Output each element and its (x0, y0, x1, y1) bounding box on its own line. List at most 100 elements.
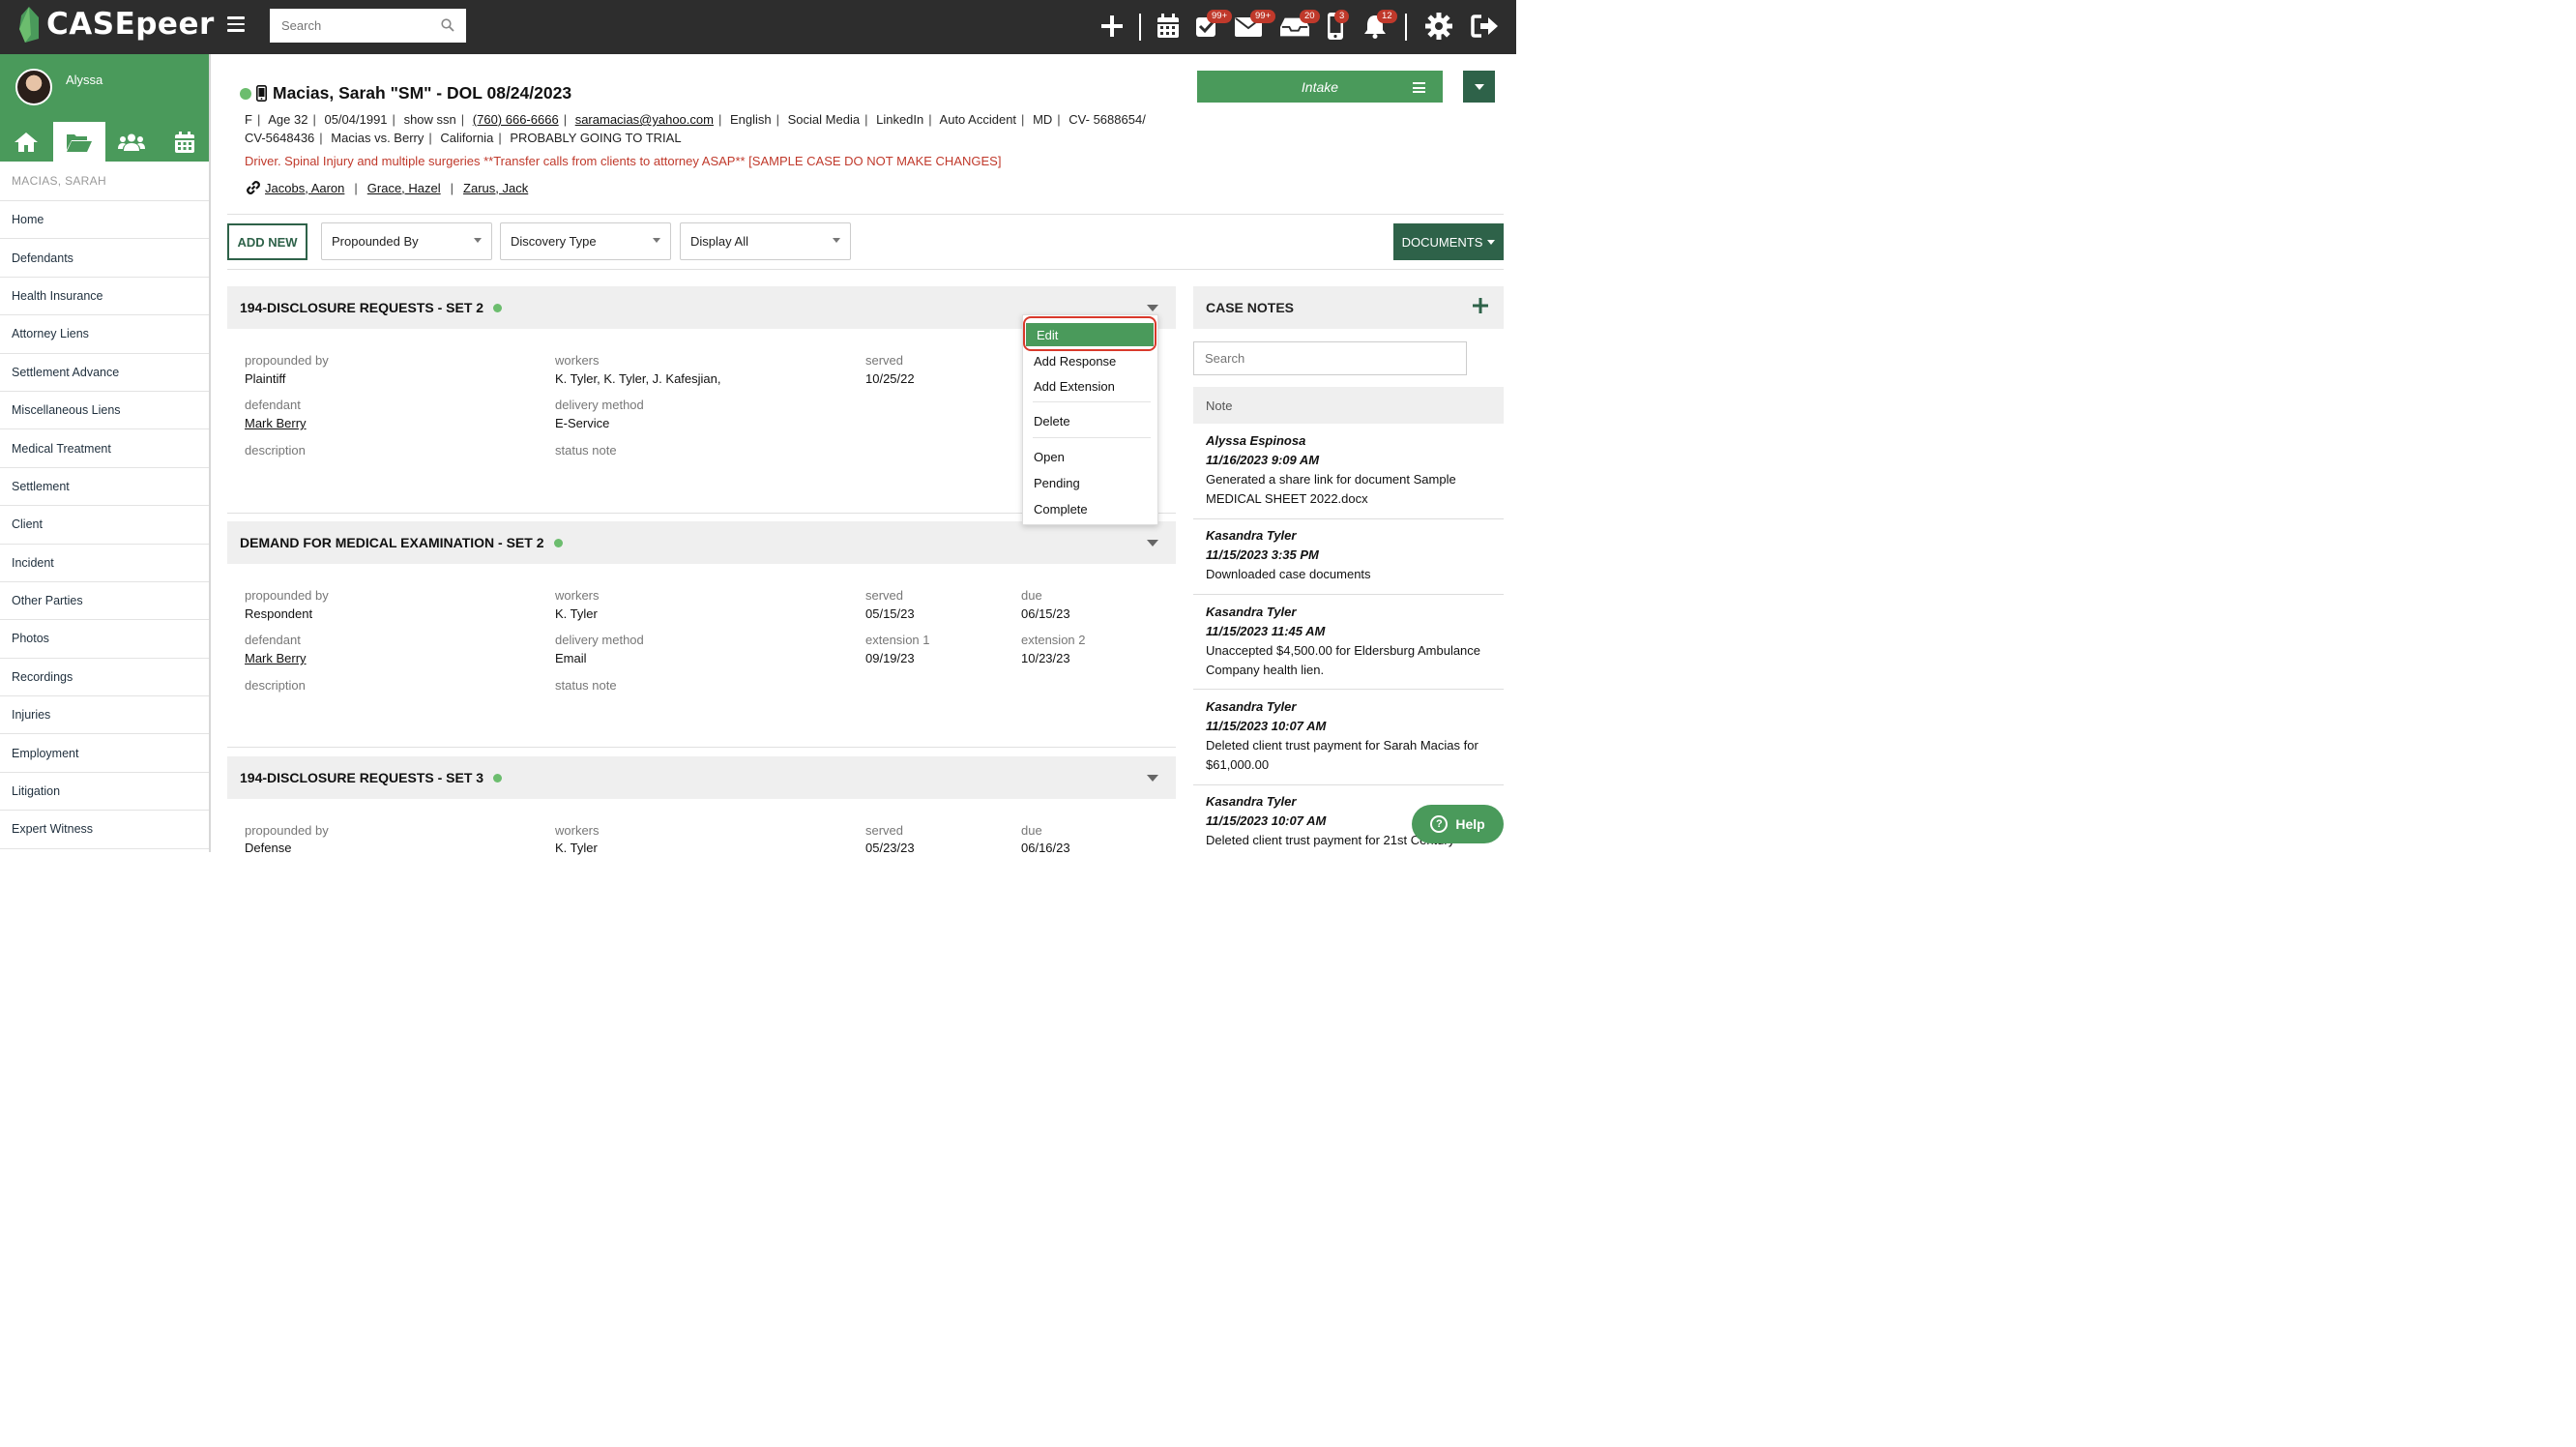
sidebar-item-recordings[interactable]: Recordings (0, 659, 209, 697)
note-divider (1193, 784, 1504, 785)
tasks-check-icon[interactable]: 99+ (1192, 10, 1233, 41)
client-email-link[interactable]: saramacias@yahoo.com (575, 112, 714, 127)
display-filter[interactable]: Display All (680, 222, 851, 260)
sidebar-item-miscellaneous-liens[interactable]: Miscellaneous Liens (0, 392, 209, 430)
add-note-plus-icon[interactable] (1473, 298, 1488, 313)
sidebar-nav: Home Defendants Health Insurance Attorney L… (0, 201, 209, 849)
username[interactable]: Alyssa (66, 73, 102, 87)
discovery-section-header[interactable]: 194-DISCLOSURE REQUESTS - SET 3 (227, 756, 1176, 799)
discovery-section-title: 194-DISCLOSURE REQUESTS - SET 2 (240, 300, 484, 315)
menu-item-delete[interactable]: Delete (1023, 409, 1157, 432)
notes-column-header: Note (1193, 387, 1504, 424)
note-item[interactable]: Kasandra Tyler 11/15/2023 10:07 AM Delet… (1193, 697, 1504, 775)
note-author: Kasandra Tyler (1206, 528, 1297, 543)
status-dot (240, 87, 251, 100)
note-item[interactable]: Kasandra Tyler 11/15/2023 3:35 PM Downlo… (1193, 526, 1504, 584)
global-search[interactable] (270, 9, 466, 43)
sidebar-item-attorney-liens[interactable]: Attorney Liens (0, 315, 209, 354)
menu-item-add-response[interactable]: Add Response (1023, 349, 1157, 372)
sidebar-case-caption: MACIAS, SARAH (0, 162, 209, 201)
note-text: Generated a share link for document Samp… (1206, 472, 1456, 506)
toolbar-divider (227, 269, 1504, 270)
show-ssn-link[interactable]: show ssn (404, 112, 456, 127)
extension1-value: 09/19/23 (865, 651, 915, 665)
user-avatar[interactable] (15, 69, 52, 105)
sidebar-item-health-insurance[interactable]: Health Insurance (0, 278, 209, 316)
sidebar-tab-contacts[interactable] (105, 122, 159, 162)
notes-search[interactable] (1193, 341, 1467, 375)
workers-value: K. Tyler (555, 841, 598, 855)
sidebar-item-employment[interactable]: Employment (0, 734, 209, 773)
defendant-link[interactable]: Mark Berry (245, 651, 307, 665)
sidebar-item-defendants[interactable]: Defendants (0, 239, 209, 278)
add-plus-icon[interactable] (1098, 12, 1127, 41)
linked-contact-zarus[interactable]: Zarus, Jack (463, 181, 528, 195)
help-button[interactable]: ? Help (1412, 805, 1504, 843)
logout-icon[interactable] (1471, 12, 1500, 41)
served-value: 10/25/22 (865, 371, 915, 386)
notification-bell-icon[interactable]: 12 (1361, 10, 1397, 41)
menu-item-complete[interactable]: Complete (1023, 497, 1157, 520)
mobile-phone-icon[interactable]: 3 (1321, 10, 1350, 41)
notifications-badge: 12 (1377, 10, 1397, 23)
menu-item-edit[interactable]: Edit (1026, 323, 1154, 346)
documents-button[interactable]: DOCUMENTS (1393, 223, 1504, 260)
sidebar-item-incident[interactable]: Incident (0, 545, 209, 582)
discovery-type-filter[interactable]: Discovery Type (500, 222, 671, 260)
case-sidebar: Alyssa MACIAS, SARAH Home Defendants Healt… (0, 54, 211, 852)
users-group-icon (118, 133, 146, 151)
menu-item-open[interactable]: Open (1023, 445, 1157, 468)
search-icon[interactable] (441, 18, 454, 32)
notes-search-input[interactable] (1194, 342, 1466, 374)
field-label: defendant (245, 398, 301, 412)
add-new-button[interactable]: ADD NEW (227, 223, 307, 260)
settings-gear-icon[interactable] (1424, 12, 1453, 41)
sidebar-tab-home[interactable] (0, 122, 53, 162)
sidebar-item-settlement[interactable]: Settlement (0, 468, 209, 507)
sidebar-item-expert-witness[interactable]: Expert Witness (0, 811, 209, 849)
caret-down-icon (474, 238, 482, 243)
linked-contact-grace[interactable]: Grace, Hazel (367, 181, 441, 195)
sidebar-item-medical-treatment[interactable]: Medical Treatment (0, 429, 209, 468)
client-dob: 05/04/1991 (324, 112, 388, 127)
section-toggle-icon[interactable] (1147, 305, 1158, 311)
note-item[interactable]: Alyssa Espinosa 11/16/2023 9:09 AM Gener… (1193, 431, 1504, 509)
sidebar-item-other-parties[interactable]: Other Parties (0, 582, 209, 621)
sidebar-item-home[interactable]: Home (0, 201, 209, 240)
brand-name: CASEpeer (46, 7, 215, 42)
caret-down-icon (653, 238, 660, 243)
note-item[interactable]: Kasandra Tyler 11/15/2023 11:45 AM Unacc… (1193, 603, 1504, 680)
discovery-section-header[interactable]: DEMAND FOR MEDICAL EXAMINATION - SET 2 (227, 521, 1176, 564)
section-toggle-icon[interactable] (1147, 540, 1158, 546)
section-toggle-icon[interactable] (1147, 775, 1158, 782)
sidebar-item-injuries[interactable]: Injuries (0, 696, 209, 735)
sidebar-item-litigation[interactable]: Litigation (0, 773, 209, 812)
inbox-tray-icon[interactable]: 20 (1280, 10, 1320, 41)
case-notes-header: CASE NOTES (1193, 286, 1504, 329)
client-sex: F (245, 112, 252, 127)
sidebar-item-settlement-advance[interactable]: Settlement Advance (0, 354, 209, 392)
calendar-icon[interactable] (1154, 12, 1183, 41)
sidebar-tab-case-files[interactable] (52, 122, 105, 162)
casepeer-logo[interactable]: CASEpeer (17, 6, 215, 43)
propounded-by-filter[interactable]: Propounded By (321, 222, 492, 260)
client-phone-link[interactable]: (760) 666-6666 (473, 112, 559, 127)
linked-contact-jacobs[interactable]: Jacobs, Aaron (265, 181, 344, 195)
menu-item-pending[interactable]: Pending (1023, 471, 1157, 494)
phone-badge: 3 (1334, 10, 1350, 23)
menu-item-add-extension[interactable]: Add Extension (1023, 374, 1157, 398)
intake-status-button[interactable]: Intake (1197, 71, 1443, 103)
field-label: extension 1 (865, 633, 930, 647)
mail-icon[interactable]: 99+ (1234, 10, 1276, 41)
help-label: Help (1455, 816, 1485, 832)
case-caption: Macias vs. Berry (331, 131, 424, 145)
global-search-input[interactable] (270, 9, 466, 43)
main-menu-icon[interactable] (227, 16, 245, 32)
sidebar-item-photos[interactable]: Photos (0, 620, 209, 659)
field-label: description (245, 678, 306, 693)
sidebar-item-client[interactable]: Client (0, 506, 209, 545)
sidebar-tab-calendar[interactable] (159, 122, 212, 162)
intake-dropdown-toggle[interactable] (1463, 71, 1495, 103)
defendant-link[interactable]: Mark Berry (245, 416, 307, 430)
header-divider (227, 214, 1504, 215)
